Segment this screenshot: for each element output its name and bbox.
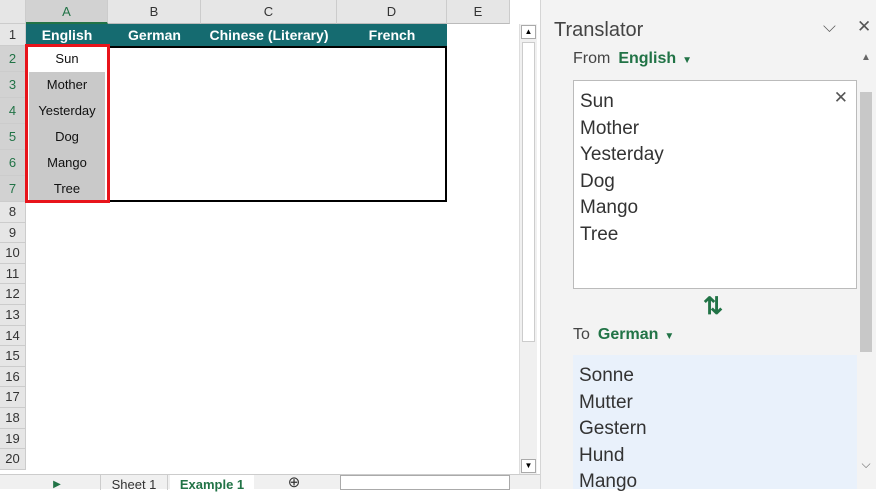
tab-sheet-1[interactable]: Sheet 1 xyxy=(100,475,168,492)
row-header[interactable]: 20 xyxy=(0,449,26,470)
scroll-down-icon[interactable]: ⌵ xyxy=(859,457,873,472)
column-header-e[interactable]: E xyxy=(447,0,510,24)
table-border xyxy=(108,46,447,202)
tab-example-1[interactable]: Example 1 xyxy=(170,475,254,492)
row-header[interactable]: 15 xyxy=(0,346,26,367)
caret-down-icon[interactable]: ▼ xyxy=(682,55,692,66)
row-header[interactable]: 8 xyxy=(0,202,26,223)
column-header-d[interactable]: D xyxy=(337,0,447,24)
row-header[interactable]: 18 xyxy=(0,408,26,429)
select-all-corner[interactable] xyxy=(0,0,26,24)
header-french[interactable]: French xyxy=(337,24,447,46)
header-chinese[interactable]: Chinese (Literary) xyxy=(201,24,337,46)
row-header[interactable]: 6 xyxy=(0,150,26,176)
row-header[interactable]: 19 xyxy=(0,428,26,450)
row-header[interactable]: 10 xyxy=(0,243,26,264)
scroll-thumb[interactable] xyxy=(522,42,535,342)
next-sheet-icon[interactable]: ▶ xyxy=(50,475,64,490)
column-header-b[interactable]: B xyxy=(108,0,201,24)
row-header[interactable]: 16 xyxy=(0,366,26,388)
sheet-tabs-bar: ▶ Sheet 1 Example 1 ⊕ xyxy=(0,474,540,492)
translation-output: Sonne Mutter Gestern Hund Mango xyxy=(573,355,857,492)
source-line: Mango xyxy=(580,197,639,219)
vertical-scrollbar[interactable]: ▲ ▼ xyxy=(519,24,537,474)
row-header[interactable]: 9 xyxy=(0,222,26,244)
add-sheet-icon[interactable]: ⊕ xyxy=(285,475,303,491)
translated-line: Sonne xyxy=(579,365,634,386)
row-header[interactable]: 7 xyxy=(0,176,26,202)
header-german[interactable]: German xyxy=(108,24,201,46)
header-english[interactable]: English xyxy=(26,24,108,46)
source-line: Sun xyxy=(580,91,614,112)
source-line: Yesterday xyxy=(580,144,664,166)
selection-highlight xyxy=(25,44,110,203)
translated-line: Mutter xyxy=(579,391,633,413)
pane-scroll-thumb[interactable] xyxy=(860,92,872,352)
chevron-down-icon[interactable]: ⌵ xyxy=(823,17,836,37)
pane-title: Translator xyxy=(554,19,644,41)
source-line: Tree xyxy=(580,223,619,245)
row-header[interactable]: 14 xyxy=(0,325,26,347)
horizontal-scrollbar[interactable] xyxy=(340,475,510,490)
row-header[interactable]: 3 xyxy=(0,72,26,98)
to-language-dropdown[interactable]: German xyxy=(598,326,658,343)
column-header-c[interactable]: C xyxy=(201,0,337,24)
from-language-dropdown[interactable]: English xyxy=(618,50,676,67)
row-header[interactable]: 12 xyxy=(0,284,26,305)
row-header[interactable]: 17 xyxy=(0,387,26,408)
to-row[interactable]: To German ▼ xyxy=(573,326,674,344)
row-header[interactable]: 1 xyxy=(0,24,26,46)
translated-line: Hund xyxy=(579,444,625,466)
scroll-down-icon[interactable]: ▼ xyxy=(521,459,536,473)
row-header[interactable]: 4 xyxy=(0,98,26,124)
source-text-input[interactable]: Sun Mother Yesterday Dog Mango Tree ✕ xyxy=(573,80,857,289)
pane-scrollbar[interactable]: ▲ ⌵ xyxy=(859,52,873,472)
from-label: From xyxy=(573,50,611,67)
translated-line: Gestern xyxy=(579,418,647,440)
scroll-up-icon[interactable]: ▲ xyxy=(859,52,873,63)
row-header[interactable]: 11 xyxy=(0,263,26,285)
clear-icon[interactable]: ✕ xyxy=(834,85,848,112)
source-line: Dog xyxy=(580,170,615,192)
translator-pane: Translator ⌵ ✕ From English ▼ Sun Mother Yes… xyxy=(540,0,876,492)
row-header[interactable]: 5 xyxy=(0,124,26,150)
from-row[interactable]: From English ▼ xyxy=(573,50,692,68)
row-header[interactable]: 2 xyxy=(0,46,26,72)
scroll-up-icon[interactable]: ▲ xyxy=(521,25,536,39)
translated-line: Mango xyxy=(579,471,638,493)
column-header-a[interactable]: A xyxy=(26,0,108,24)
spreadsheet-grid[interactable]: A B C D E 1 2 3 4 5 6 7 8 9 10 11 12 13 14 15 16 17 18 19 2… xyxy=(0,0,540,492)
swap-languages-icon[interactable]: ⇅ xyxy=(703,292,723,321)
source-line: Mother xyxy=(580,117,640,139)
row-header[interactable]: 13 xyxy=(0,305,26,326)
close-icon[interactable]: ✕ xyxy=(857,17,871,37)
caret-down-icon[interactable]: ▼ xyxy=(664,331,674,342)
to-label: To xyxy=(573,326,590,343)
